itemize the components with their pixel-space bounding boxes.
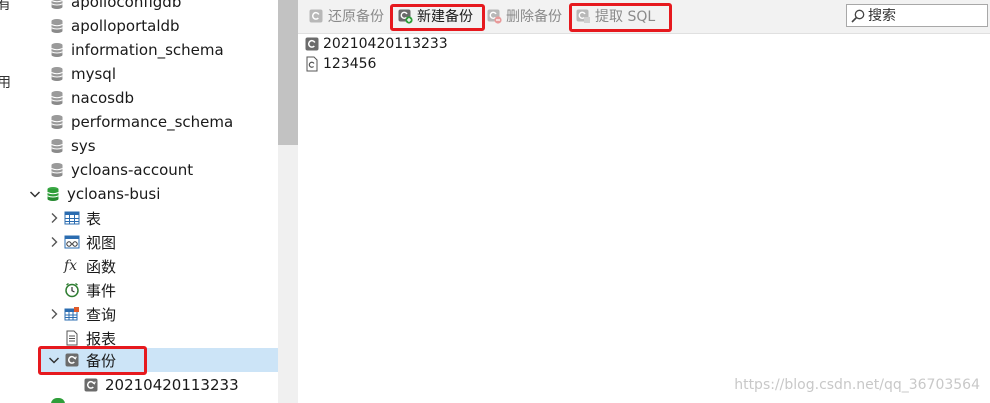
tree-db-sys[interactable]: sys (49, 134, 96, 158)
backup-icon (64, 352, 80, 368)
object-tree: apolloconfigdb apolloportaldb informatio… (11, 0, 278, 403)
tree-db-label: information_schema (71, 41, 224, 59)
search-icon (850, 8, 866, 24)
tree-db-label: ycloans-busi (67, 185, 161, 203)
database-icon (49, 66, 65, 82)
database-icon (49, 114, 65, 130)
tree-node-reports[interactable]: 报表 (64, 326, 116, 350)
new-backup-label: 新建备份 (417, 9, 473, 25)
database-icon (49, 0, 65, 10)
database-icon (49, 162, 65, 178)
next-item-partial-icon (51, 398, 65, 403)
tree-db-label: ycloans-account (71, 161, 194, 179)
function-icon: fx (64, 258, 78, 274)
tree-node-events[interactable]: 事件 (64, 278, 116, 302)
extract-sql-label: 提取 SQL (595, 9, 656, 25)
backup-file-item[interactable]: 123456 (304, 54, 448, 74)
clock-icon (64, 282, 80, 298)
watermark-text: https://blog.csdn.net/qq_36703564 (734, 377, 980, 393)
view-icon (64, 234, 80, 250)
tree-node-backups[interactable]: 备份 (38, 348, 278, 372)
restore-backup-button[interactable]: 还原备份 (308, 6, 384, 26)
table-icon (64, 210, 80, 226)
tree-backup-item[interactable]: 20210420113233 (83, 373, 239, 397)
delete-backup-icon (486, 8, 502, 24)
search-box[interactable] (846, 4, 988, 27)
new-backup-button[interactable]: 新建备份 (397, 6, 473, 26)
left-edge-char-2: 用 (0, 72, 11, 92)
restore-backup-icon (308, 8, 324, 24)
tree-node-queries[interactable]: 查询 (46, 302, 116, 326)
delete-backup-button[interactable]: 删除备份 (486, 6, 562, 26)
tree-db-label: mysql (71, 65, 116, 83)
database-open-icon (45, 186, 61, 202)
chevron-right-icon[interactable] (46, 306, 62, 322)
tree-db-label: sys (71, 137, 96, 155)
tree-node-label: 报表 (86, 329, 117, 348)
tree-db-nacosdb[interactable]: nacosdb (49, 86, 134, 110)
new-backup-icon (397, 8, 413, 24)
chevron-right-icon[interactable] (46, 210, 62, 226)
delete-backup-label: 删除备份 (506, 9, 562, 25)
restore-backup-label: 还原备份 (328, 9, 384, 25)
backup-panel: 还原备份 新建备份 删除备份 提取 SQL 20210420113233 123… (298, 0, 990, 403)
tree-backup-label: 20210420113233 (105, 376, 239, 394)
tree-node-functions[interactable]: fx 函数 (64, 254, 116, 278)
tree-scrollbar[interactable] (278, 0, 298, 403)
tree-node-label: 表 (86, 209, 102, 228)
tree-node-label: 视图 (86, 233, 117, 252)
query-icon (64, 306, 80, 322)
database-icon (49, 138, 65, 154)
tree-db-ycloans-account[interactable]: ycloans-account (49, 158, 193, 182)
database-icon (49, 42, 65, 58)
backup-file-icon (304, 36, 320, 52)
toolbar: 还原备份 新建备份 删除备份 提取 SQL (298, 0, 990, 34)
tree-db-label: nacosdb (71, 89, 134, 107)
tree-node-label: 事件 (86, 281, 117, 300)
tree-db-apolloportaldb[interactable]: apolloportaldb (49, 14, 180, 38)
search-input[interactable] (866, 7, 988, 24)
extract-sql-button[interactable]: 提取 SQL (575, 6, 655, 26)
tree-node-views[interactable]: 视图 (46, 230, 116, 254)
database-icon (49, 90, 65, 106)
tree-db-label: apolloportaldb (71, 17, 180, 35)
backup-file-item[interactable]: 20210420113233 (304, 34, 448, 54)
chevron-down-icon[interactable] (46, 352, 62, 368)
tree-node-label: 查询 (86, 305, 117, 324)
backup-file-icon (304, 56, 320, 72)
tree-node-label: 函数 (86, 257, 117, 276)
chevron-down-icon[interactable] (27, 186, 43, 202)
tree-db-performance-schema[interactable]: performance_schema (49, 110, 233, 134)
backup-file-label: 20210420113233 (323, 36, 448, 52)
backup-icon (83, 377, 99, 393)
tree-db-information-schema[interactable]: information_schema (49, 38, 224, 62)
left-edge-char-1: 有 (0, 0, 11, 14)
report-icon (64, 330, 80, 346)
backup-file-label: 123456 (323, 56, 377, 72)
chevron-right-icon[interactable] (46, 234, 62, 250)
scrollbar-thumb[interactable] (278, 0, 298, 145)
tree-node-tables[interactable]: 表 (46, 206, 101, 230)
backup-file-list: 20210420113233 123456 (304, 34, 448, 74)
database-icon (49, 18, 65, 34)
tree-db-label: performance_schema (71, 113, 234, 131)
tree-db-ycloans-busi[interactable]: ycloans-busi (27, 182, 160, 206)
extract-sql-icon (575, 8, 591, 24)
tree-db-label: apolloconfigdb (71, 0, 182, 11)
tree-db-mysql[interactable]: mysql (49, 62, 116, 86)
tree-node-label: 备份 (86, 351, 117, 370)
tree-db-apolloconfigdb[interactable]: apolloconfigdb (49, 0, 181, 14)
